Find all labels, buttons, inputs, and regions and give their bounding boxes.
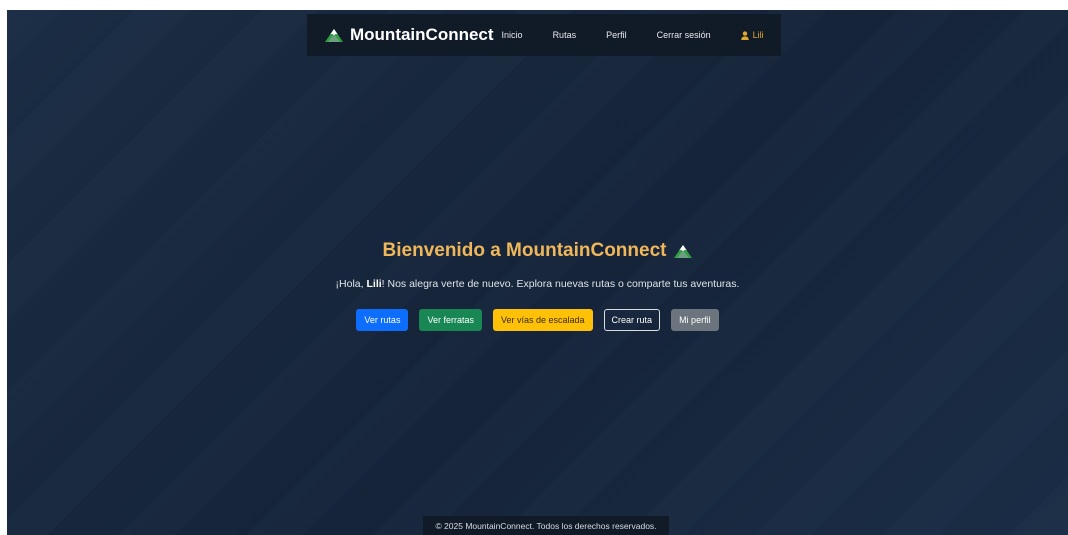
- ver-rutas-button[interactable]: Ver rutas: [356, 309, 409, 331]
- welcome-title-text: Bienvenido a MountainConnect: [382, 240, 667, 261]
- greeting-text: ¡Hola, Lili! Nos alegra verte de nuevo. …: [7, 278, 1068, 290]
- mountain-icon: [674, 244, 693, 258]
- greeting-suffix: ! Nos alegra verte de nuevo. Explora nue…: [381, 278, 740, 290]
- greeting-user-name: Lili: [366, 278, 382, 290]
- action-buttons: Ver rutas Ver ferratas Ver vías de escal…: [7, 309, 1068, 331]
- ver-ferratas-button[interactable]: Ver ferratas: [419, 309, 482, 331]
- footer: © 2025 MountainConnect. Todos los derech…: [423, 516, 669, 535]
- mi-perfil-button[interactable]: Mi perfil: [671, 309, 719, 331]
- nav-inicio[interactable]: Inicio: [502, 30, 523, 40]
- nav-cerrar-sesion[interactable]: Cerrar sesión: [657, 30, 711, 40]
- nav-links: Inicio Rutas Perfil Cerrar sesión Lili: [502, 30, 764, 40]
- nav-user-name: Lili: [752, 30, 764, 40]
- greeting-prefix: ¡Hola,: [335, 278, 367, 290]
- nav-rutas[interactable]: Rutas: [553, 30, 577, 40]
- nav-user[interactable]: Lili: [740, 30, 764, 40]
- ver-escalada-button[interactable]: Ver vías de escalada: [492, 309, 593, 331]
- user-icon: [740, 30, 749, 40]
- brand-link[interactable]: MountainConnect: [325, 25, 494, 45]
- welcome-section: Bienvenido a MountainConnect ¡Hola, Lili…: [7, 240, 1068, 331]
- top-navbar: MountainConnect Inicio Rutas Perfil Cerr…: [307, 14, 781, 56]
- footer-text: © 2025 MountainConnect. Todos los derech…: [435, 520, 657, 531]
- brand-name: MountainConnect: [350, 25, 494, 44]
- welcome-title: Bienvenido a MountainConnect: [383, 240, 693, 262]
- nav-perfil[interactable]: Perfil: [606, 30, 627, 40]
- page-background: MountainConnect Inicio Rutas Perfil Cerr…: [7, 10, 1068, 535]
- crear-ruta-button[interactable]: Crear ruta: [603, 309, 661, 331]
- mountain-icon: [325, 28, 343, 42]
